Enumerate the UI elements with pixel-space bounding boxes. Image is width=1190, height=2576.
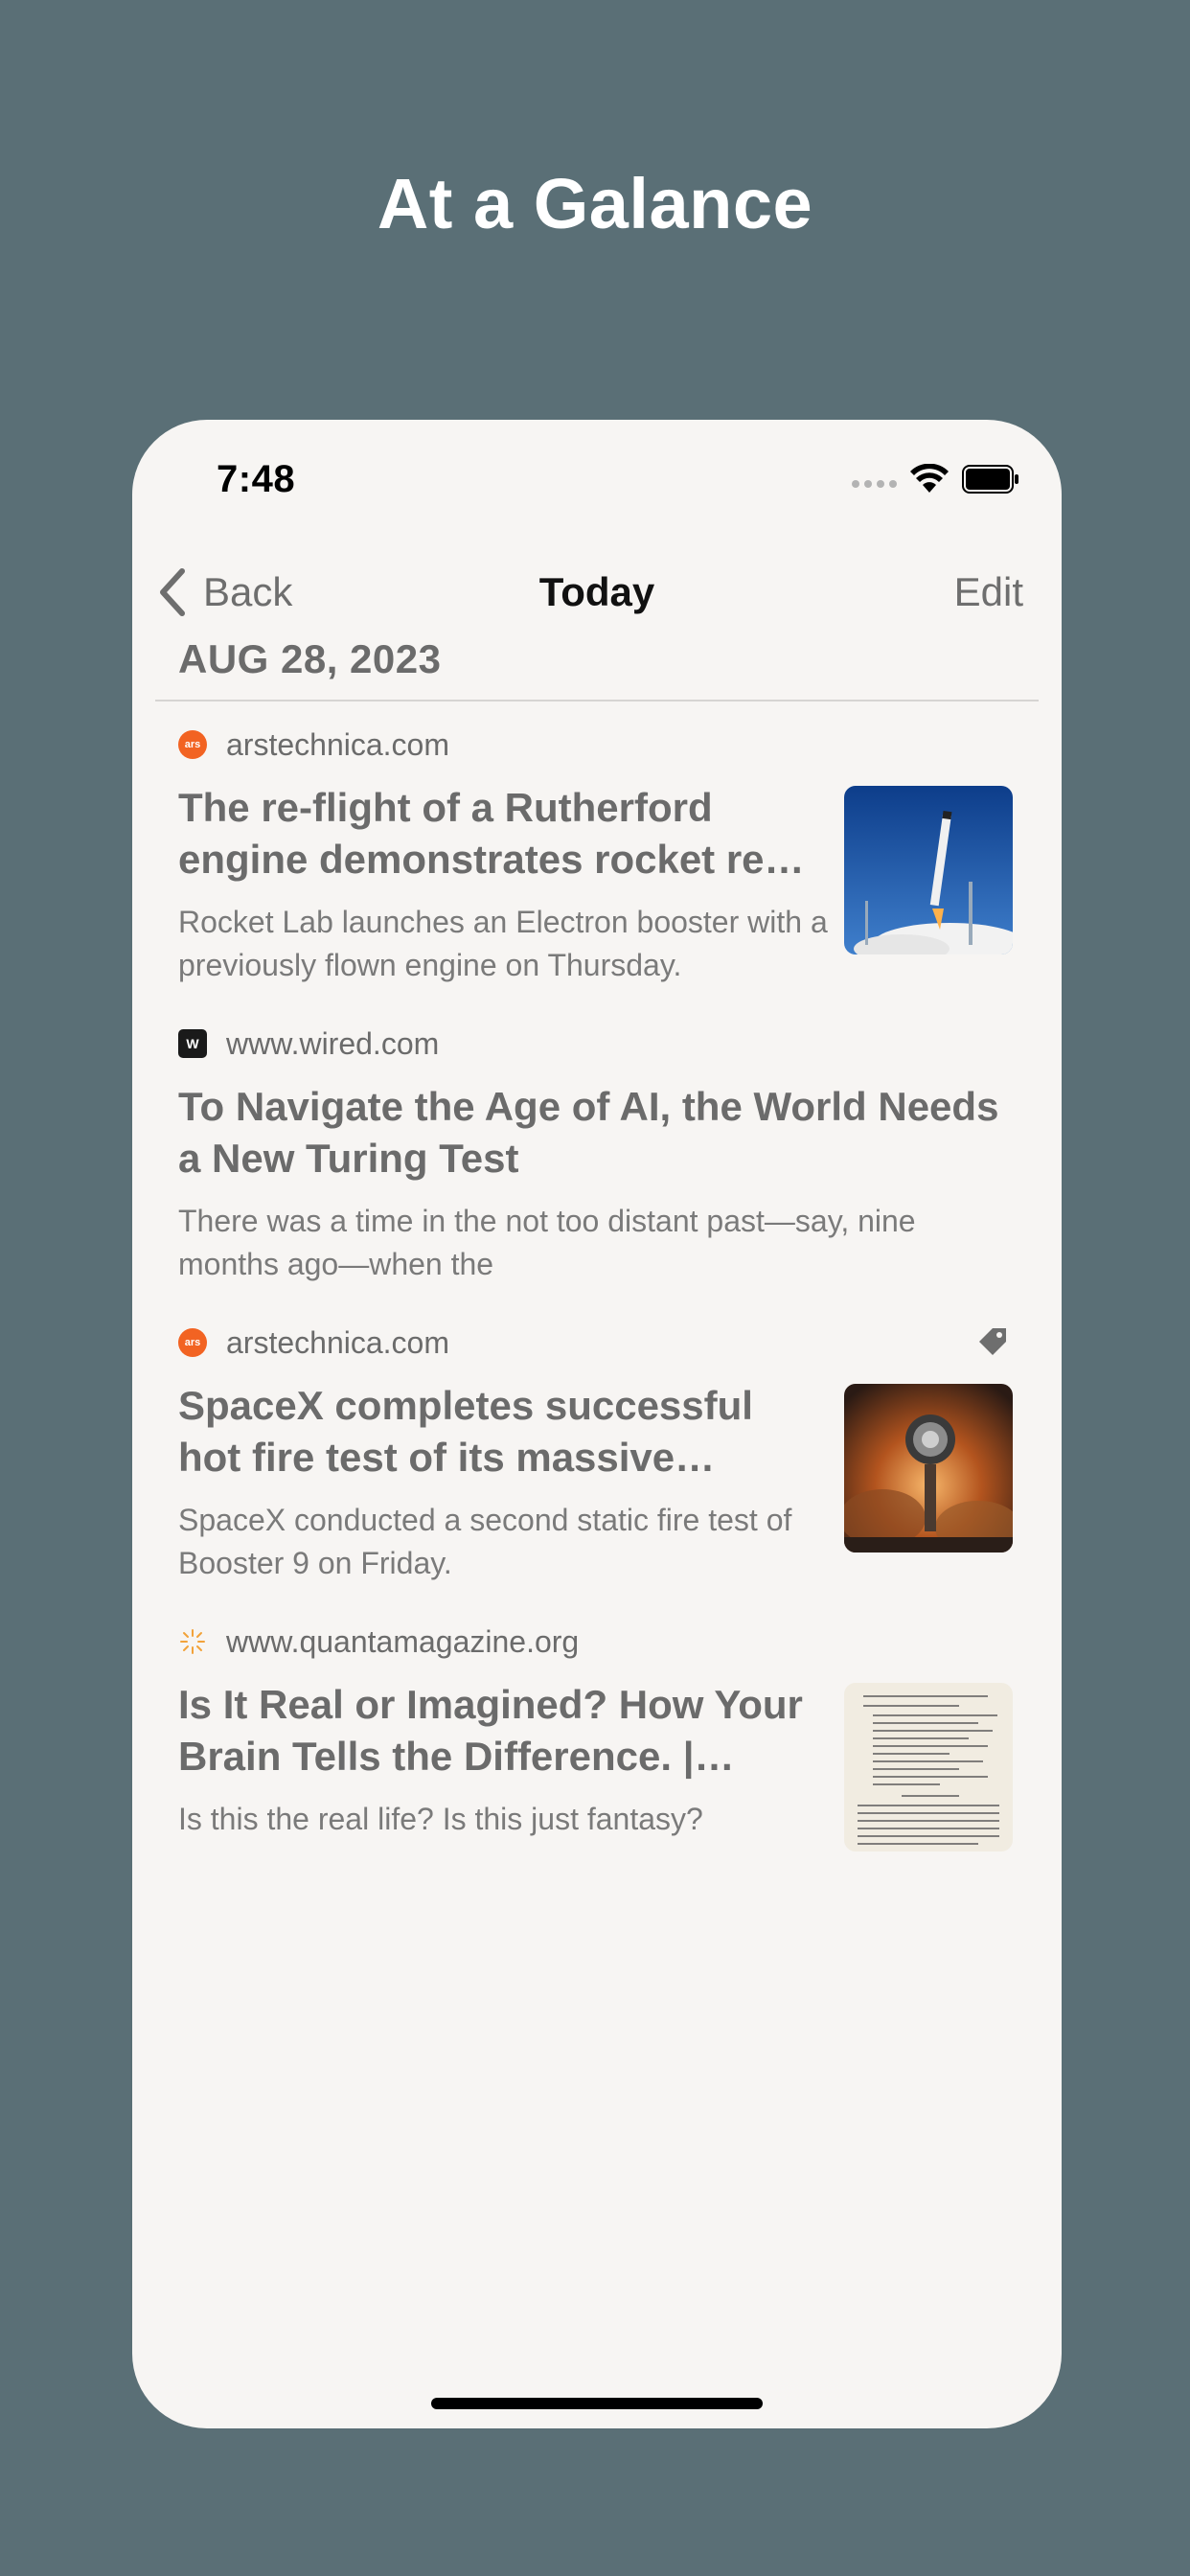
article-summary: SpaceX conducted a second static fire te… <box>178 1503 792 1580</box>
promo-headline: At a Galance <box>377 164 813 243</box>
article-title: Is It Real or Imagined? How Your Brain T… <box>178 1682 803 1779</box>
tag-icon[interactable] <box>975 1324 1010 1359</box>
article-row[interactable]: ars arstechnica.com SpaceX completes suc… <box>178 1315 1021 1614</box>
source-name: www.quantamagazine.org <box>226 1623 580 1659</box>
article-title: To Navigate the Age of AI, the World Nee… <box>178 1084 999 1181</box>
battery-icon <box>962 465 1018 494</box>
booster-fire-thumbnail <box>844 1384 1013 1552</box>
article-source: ars arstechnica.com <box>178 724 449 765</box>
article-row[interactable]: ars arstechnica.com The re-flight of a R… <box>178 717 1021 1016</box>
status-time: 7:48 <box>217 458 296 500</box>
source-name: www.wired.com <box>226 1025 440 1061</box>
edit-button[interactable]: Edit <box>954 554 1023 631</box>
section-divider <box>155 700 1039 702</box>
article-title: The re-flight of a Rutherford engine dem… <box>178 785 805 882</box>
article-summary: Rocket Lab launches an Electron booster … <box>178 905 828 982</box>
article-list: ars arstechnica.com The re-flight of a R… <box>178 717 1021 1913</box>
cellular-signal-icon <box>852 480 897 488</box>
section-date-header: AUG 28, 2023 <box>178 636 442 681</box>
navigation-bar: Back Today Edit <box>132 554 1062 631</box>
quanta-favicon-icon <box>178 1627 207 1656</box>
source-name: arstechnica.com <box>226 1324 449 1360</box>
rocket-launch-thumbnail <box>844 786 1013 954</box>
status-icons <box>852 460 1019 498</box>
ars-favicon-icon: ars <box>178 730 207 759</box>
wired-favicon-icon: W <box>178 1029 207 1058</box>
document-page-thumbnail <box>844 1683 1013 1852</box>
source-name: arstechnica.com <box>226 726 449 762</box>
phone-screen: 7:48 Back Today Edit AUG 28, 2023 ars ar… <box>132 420 1062 2428</box>
article-source: W www.wired.com <box>178 1024 439 1064</box>
back-label: Back <box>203 569 293 614</box>
article-row[interactable]: W www.wired.com To Navigate the Age of A… <box>178 1016 1021 1315</box>
ars-favicon-icon: ars <box>178 1328 207 1357</box>
article-row[interactable]: www.quantamagazine.org Is It Real or Ima… <box>178 1614 1021 1913</box>
article-source: www.quantamagazine.org <box>178 1622 579 1662</box>
article-summary: Is this the real life? Is this just fant… <box>178 1802 703 1836</box>
back-button[interactable]: Back <box>153 554 292 631</box>
wifi-icon <box>910 464 949 493</box>
article-title: SpaceX completes successful hot fire tes… <box>178 1383 753 1480</box>
home-indicator[interactable] <box>431 2398 763 2409</box>
article-source: ars arstechnica.com <box>178 1322 449 1363</box>
chevron-left-icon <box>160 568 185 616</box>
article-summary: There was a time in the not too distant … <box>178 1204 916 1281</box>
